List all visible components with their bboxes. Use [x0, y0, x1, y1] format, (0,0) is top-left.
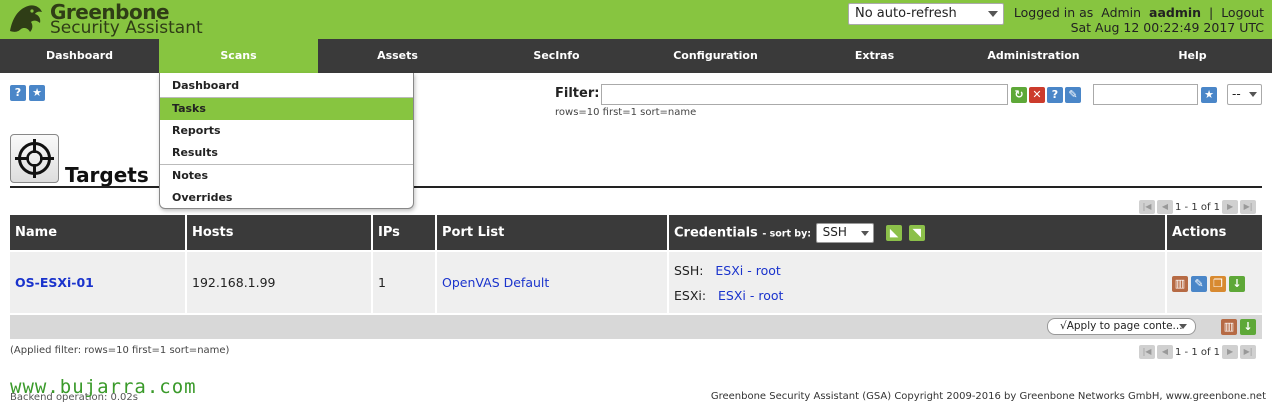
- cell-hosts: 192.168.1.99: [186, 250, 373, 313]
- next-page-icon[interactable]: ▶: [1222, 345, 1239, 359]
- column-header-credentials: Credentials - sort by: SSH ◣ ◥: [668, 215, 1167, 251]
- save-filter-star-icon[interactable]: ★: [1201, 87, 1217, 103]
- main-nav: Dashboard Scans Assets SecInfo Configura…: [0, 39, 1272, 73]
- credential-type-label: SSH:: [674, 262, 704, 278]
- applied-filter-text: (Applied filter: rows=10 first=1 sort=na…: [10, 345, 230, 356]
- menu-item-results[interactable]: Results: [160, 142, 413, 164]
- menu-item-tasks[interactable]: Tasks: [160, 98, 413, 120]
- port-list-link[interactable]: OpenVAS Default: [442, 275, 549, 290]
- brand-subtitle: Security Assistant: [50, 18, 203, 38]
- credential-sort-value: SSH: [822, 224, 847, 239]
- crosshair-icon: [10, 134, 59, 183]
- credentials-header-label[interactable]: Credentials: [674, 225, 758, 240]
- copyright-text: Greenbone Security Assistant (GSA) Copyr…: [710, 391, 1266, 402]
- first-page-icon[interactable]: |◀: [1139, 200, 1155, 214]
- chevron-down-icon: [1179, 324, 1187, 329]
- previous-page-icon[interactable]: ◀: [1157, 200, 1173, 214]
- last-page-icon[interactable]: ▶|: [1240, 345, 1257, 359]
- nav-scans[interactable]: Scans: [159, 39, 318, 73]
- page-title: Targets: [65, 163, 149, 187]
- bulk-action-select[interactable]: √Apply to page conte...: [1047, 318, 1196, 335]
- watermark: www.bujarra.com: [10, 376, 197, 398]
- cell-credentials: SSH: ESXi - root ESXi: ESXi - root: [668, 250, 1167, 313]
- column-header-hosts[interactable]: Hosts: [186, 215, 373, 251]
- cell-port-list: OpenVAS Default: [436, 250, 669, 313]
- current-datetime: Sat Aug 12 00:22:49 2017 UTC: [1070, 20, 1264, 35]
- help-icon[interactable]: ?: [10, 85, 26, 101]
- chevron-down-icon: [860, 230, 869, 236]
- credential-link[interactable]: ESXi - root: [715, 263, 780, 278]
- filter-input[interactable]: [601, 84, 1008, 105]
- username[interactable]: aadmin: [1149, 5, 1201, 20]
- nav-assets[interactable]: Assets: [318, 39, 477, 73]
- pager-bottom: |◀ ◀ 1 - 1 of 1 ▶ ▶|: [1139, 344, 1257, 360]
- user-role: Admin: [1101, 5, 1142, 20]
- edit-wrench-icon[interactable]: ✎: [1191, 276, 1207, 292]
- next-page-icon[interactable]: ▶: [1222, 200, 1239, 214]
- saved-filter-value: --: [1232, 87, 1241, 101]
- pager-top: |◀ ◀ 1 - 1 of 1 ▶ ▶|: [1139, 199, 1257, 215]
- cell-name: OS-ESXi-01: [10, 250, 187, 313]
- login-info: Logged in as Admin aadmin | Logout Sat A…: [1014, 5, 1264, 35]
- sort-by-label: - sort by:: [762, 228, 812, 239]
- previous-page-icon[interactable]: ◀: [1157, 345, 1173, 359]
- filter-label: Filter:: [555, 86, 600, 101]
- cell-ips: 1: [372, 250, 437, 313]
- bulk-export-icon[interactable]: ↓: [1240, 319, 1256, 335]
- scans-dropdown-menu: Dashboard Tasks Reports Results Notes Ov…: [159, 73, 414, 209]
- first-page-icon[interactable]: |◀: [1139, 345, 1155, 359]
- nav-secinfo[interactable]: SecInfo: [477, 39, 636, 73]
- menu-item-notes[interactable]: Notes: [160, 165, 413, 187]
- filter-help-icon[interactable]: ?: [1047, 87, 1063, 103]
- pager-text: 1 - 1 of 1: [1175, 201, 1221, 213]
- column-header-ips[interactable]: IPs: [372, 215, 437, 251]
- chevron-down-icon: [1249, 92, 1257, 97]
- clear-filter-icon[interactable]: ✕: [1029, 87, 1045, 103]
- sort-descending-icon[interactable]: ◥: [908, 224, 925, 241]
- nav-help[interactable]: Help: [1113, 39, 1272, 73]
- last-page-icon[interactable]: ▶|: [1240, 200, 1257, 214]
- header-bar: Greenbone Security Assistant No auto-ref…: [0, 0, 1272, 39]
- logout-link[interactable]: Logout: [1221, 5, 1264, 20]
- nav-configuration[interactable]: Configuration: [636, 39, 795, 73]
- column-header-name[interactable]: Name: [10, 215, 187, 251]
- column-header-actions: Actions: [1166, 215, 1262, 251]
- nav-extras[interactable]: Extras: [795, 39, 954, 73]
- targets-table: Name Hosts IPs Port List Credentials - s…: [10, 215, 1262, 313]
- sort-ascending-icon[interactable]: ◣: [886, 224, 903, 241]
- refresh-filter-icon[interactable]: ↻: [1011, 87, 1027, 103]
- bulk-action-value: √Apply to page conte...: [1060, 320, 1183, 332]
- login-separator: |: [1209, 5, 1214, 20]
- edit-filter-icon[interactable]: ✎: [1065, 87, 1081, 103]
- greenbone-logo-icon: [10, 5, 42, 32]
- menu-item-overrides[interactable]: Overrides: [160, 187, 413, 209]
- trashcan-icon[interactable]: ▥: [1172, 276, 1188, 292]
- credential-type-label: ESXi:: [674, 287, 707, 303]
- export-download-icon[interactable]: ↓: [1229, 276, 1245, 292]
- new-target-icon[interactable]: ★: [29, 85, 45, 101]
- logged-in-prefix: Logged in as: [1013, 5, 1094, 20]
- cell-actions: ▥ ✎ ❐ ↓: [1166, 250, 1262, 313]
- filter-summary: rows=10 first=1 sort=name: [555, 107, 697, 118]
- nav-administration[interactable]: Administration: [954, 39, 1113, 73]
- target-name-link[interactable]: OS-ESXi-01: [15, 275, 94, 290]
- auto-refresh-value: No auto-refresh: [855, 6, 957, 21]
- nav-dashboard[interactable]: Dashboard: [0, 39, 159, 73]
- menu-item-reports[interactable]: Reports: [160, 120, 413, 142]
- chevron-down-icon: [988, 11, 998, 17]
- clone-icon[interactable]: ❐: [1210, 276, 1226, 292]
- table-row: OS-ESXi-01 192.168.1.99 1 OpenVAS Defaul…: [10, 250, 1262, 313]
- menu-item-dashboard[interactable]: Dashboard: [160, 75, 413, 97]
- saved-filter-select[interactable]: --: [1227, 84, 1262, 105]
- column-header-port-list[interactable]: Port List: [436, 215, 669, 251]
- auto-refresh-select[interactable]: No auto-refresh: [848, 3, 1004, 25]
- pager-text: 1 - 1 of 1: [1175, 346, 1221, 358]
- filter-name-input[interactable]: [1093, 84, 1198, 105]
- credential-link[interactable]: ESXi - root: [718, 288, 783, 303]
- credential-sort-select[interactable]: SSH: [815, 222, 874, 243]
- bulk-trashcan-icon[interactable]: ▥: [1221, 319, 1237, 335]
